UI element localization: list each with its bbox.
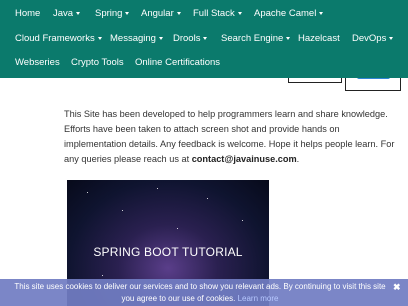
star-decoration	[242, 220, 243, 221]
learn-more-link[interactable]: Learn more	[238, 294, 279, 303]
nav-item-search-engine[interactable]: Search Engine	[221, 33, 291, 45]
nav-item-label: Java	[53, 8, 74, 19]
caret-down-icon	[97, 36, 102, 40]
nav-item-online-certifications[interactable]: Online Certifications	[135, 57, 220, 69]
intro-suffix: .	[296, 154, 300, 164]
caret-down-icon	[319, 11, 324, 15]
caret-down-icon	[286, 36, 291, 40]
nav-item-label: Crypto Tools	[71, 57, 124, 68]
nav-item-label: Home	[15, 8, 41, 19]
nav-item-label: Messaging	[110, 33, 156, 44]
nav-item-label: Hazelcast	[298, 33, 340, 44]
caret-down-icon	[203, 36, 208, 40]
nav-item-label: Angular	[141, 8, 174, 19]
nav-item-label: Drools	[173, 33, 201, 44]
star-decoration	[122, 210, 123, 211]
nav-item-label: Full Stack	[193, 8, 235, 19]
star-decoration	[157, 188, 158, 189]
nav-item-drools[interactable]: Drools	[173, 33, 208, 45]
nav-item-messaging[interactable]: Messaging	[110, 33, 163, 45]
star-decoration	[102, 275, 103, 276]
nav-item-angular[interactable]: Angular	[141, 8, 181, 20]
caret-down-icon	[237, 11, 242, 15]
star-decoration	[87, 192, 88, 193]
cookie-message: This site uses cookies to deliver our se…	[10, 281, 390, 305]
star-decoration	[177, 228, 178, 229]
caret-down-icon	[76, 11, 81, 15]
contact-email[interactable]: contact@javainuse.com	[192, 154, 297, 164]
nav-item-spring[interactable]: Spring	[95, 8, 130, 20]
nav-item-label: Webseries	[15, 57, 60, 68]
caret-down-icon	[176, 11, 181, 15]
caret-down-icon	[389, 36, 394, 40]
caret-down-icon	[125, 11, 130, 15]
nav-item-hazelcast[interactable]: Hazelcast	[298, 33, 340, 45]
nav-item-label: Spring	[95, 8, 123, 19]
nav-item-devops[interactable]: DevOps	[352, 33, 394, 45]
nav-item-label: Search Engine	[221, 33, 284, 44]
nav-item-home[interactable]: Home	[15, 8, 40, 20]
cookie-text: This site uses cookies to deliver our se…	[14, 282, 386, 303]
caret-down-icon	[158, 36, 163, 40]
nav-item-apache-camel[interactable]: Apache Camel	[254, 8, 324, 20]
nav-item-label: DevOps	[352, 33, 387, 44]
close-icon[interactable]: ✖	[393, 281, 401, 293]
star-decoration	[207, 198, 208, 199]
nav-item-full-stack[interactable]: Full Stack	[193, 8, 242, 20]
cookie-consent-bar: This site uses cookies to deliver our se…	[0, 279, 408, 306]
banner-title: SPRING BOOT TUTORIAL	[93, 245, 243, 259]
top-navbar: Home Java Spring Angular Full Stack Apac…	[0, 0, 408, 78]
nav-item-cloud-frameworks[interactable]: Cloud Frameworks	[15, 33, 102, 45]
nav-item-label: Cloud Frameworks	[15, 33, 95, 44]
intro-paragraph: This Site has been developed to help pro…	[64, 107, 399, 167]
nav-item-label: Apache Camel	[254, 8, 317, 19]
nav-item-label: Online Certifications	[135, 57, 221, 68]
nav-item-java[interactable]: Java	[53, 8, 81, 20]
nav-item-crypto-tools[interactable]: Crypto Tools	[71, 57, 124, 69]
nav-item-webseries[interactable]: Webseries	[15, 57, 60, 69]
